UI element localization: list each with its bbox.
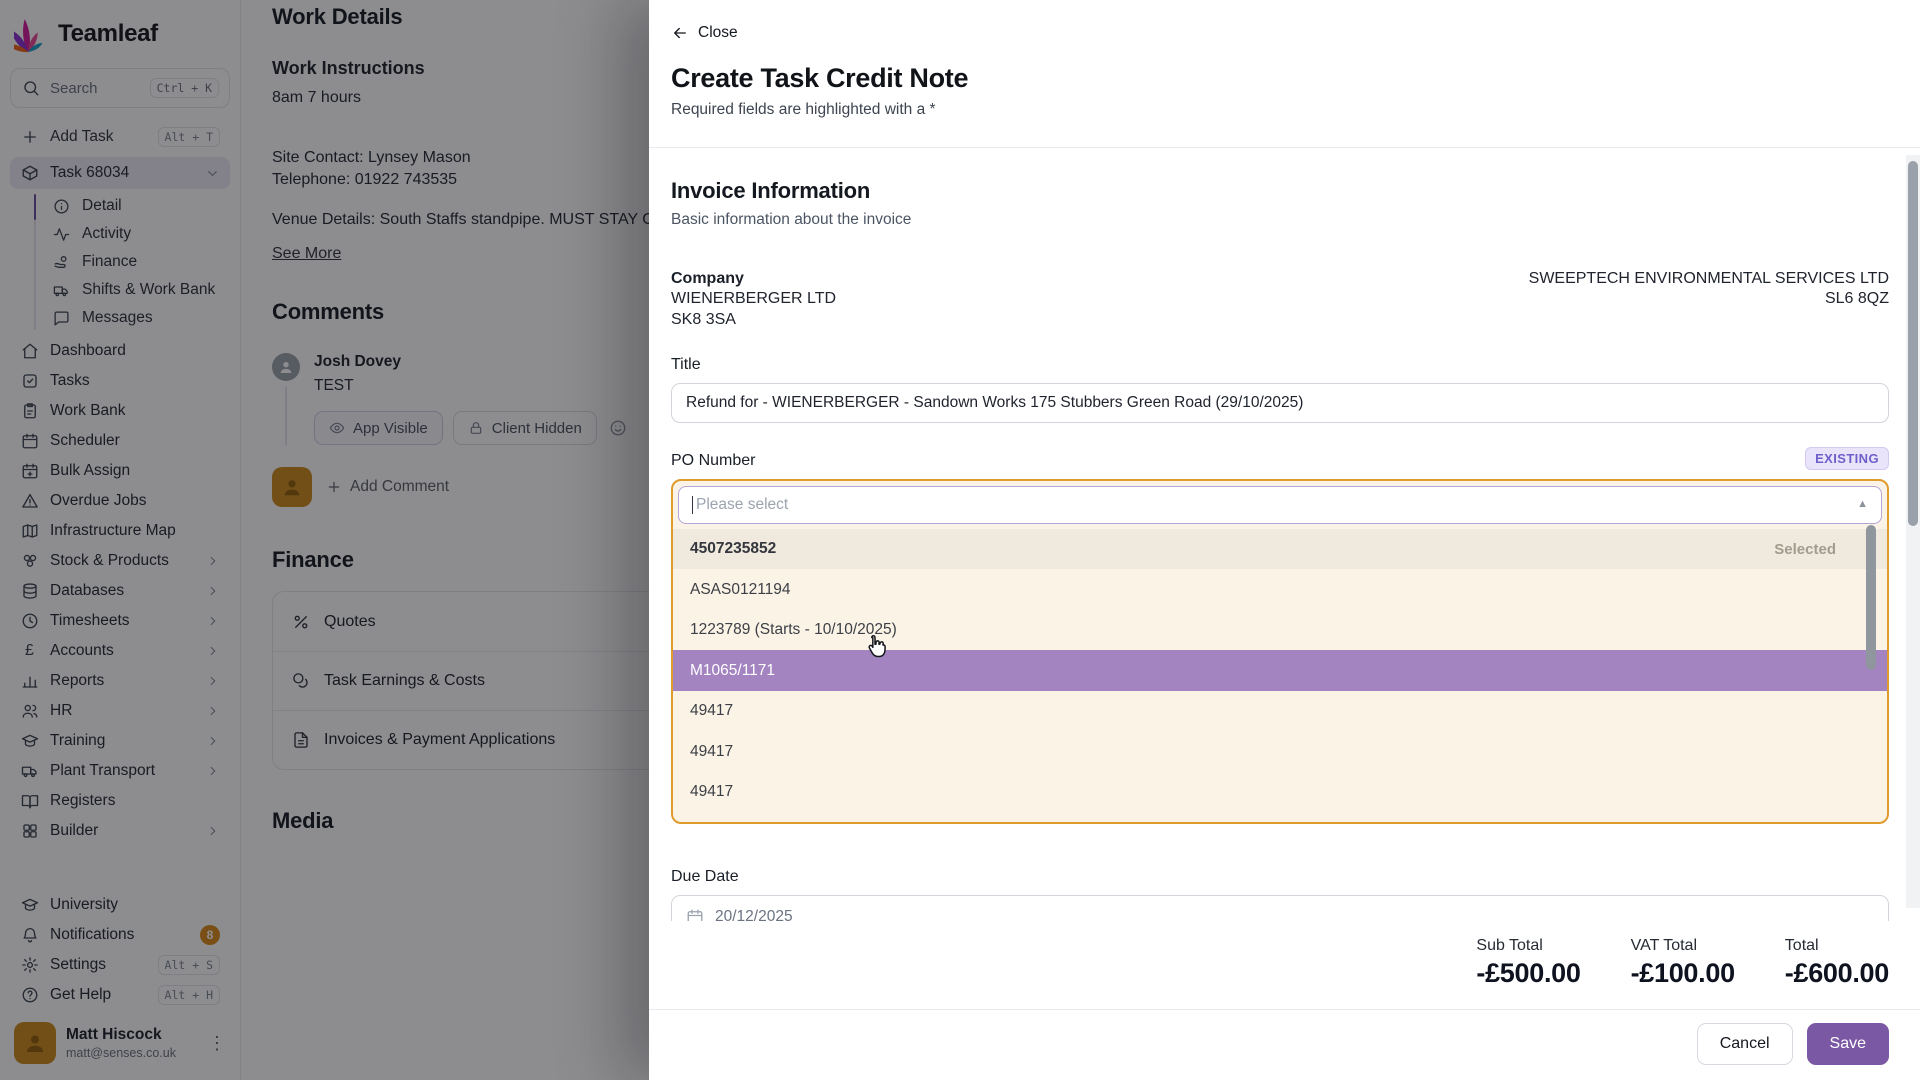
save-button[interactable]: Save (1807, 1023, 1889, 1065)
arrow-left-icon (671, 24, 689, 42)
scrollbar-track[interactable] (1906, 155, 1920, 908)
supplier-postcode: SL6 8QZ (1529, 289, 1889, 309)
sub-total-value: -£500.00 (1476, 958, 1580, 989)
create-task-credit-note-modal: Close Create Task Credit Note Required f… (649, 0, 1920, 1080)
po-option-label: M1065/1171 (690, 662, 775, 680)
po-option[interactable]: 49417 (673, 772, 1887, 813)
total-value: -£600.00 (1785, 958, 1889, 989)
po-option-label: ASAS0121194 (690, 581, 791, 599)
vat-total: VAT Total -£100.00 (1631, 937, 1735, 989)
po-option[interactable]: 1223789 (Starts - 10/10/2025) (673, 610, 1887, 651)
vat-total-label: VAT Total (1631, 937, 1735, 955)
dropdown-scrollbar-thumb[interactable] (1866, 525, 1876, 670)
section-title: Invoice Information (671, 178, 1889, 204)
supplier-name: SWEEPTECH ENVIRONMENTAL SERVICES LTD (1529, 269, 1889, 289)
modal-backdrop[interactable] (0, 0, 649, 1080)
company-label: Company (671, 269, 836, 289)
section-subtitle: Basic information about the invoice (671, 211, 1889, 229)
po-options-list: 4507235852 Selected ASAS0121194 1223789 … (673, 529, 1887, 824)
supplier-block: SWEEPTECH ENVIRONMENTAL SERVICES LTD SL6… (1529, 269, 1889, 330)
po-option[interactable]: 49417 (673, 691, 1887, 732)
totals-row: Sub Total -£500.00 VAT Total -£100.00 To… (649, 921, 1920, 1009)
po-select-placeholder: Please select (696, 496, 788, 514)
po-option-label: 1223789 (Starts - 10/10/2025) (690, 621, 897, 639)
modal-subtitle: Required fields are highlighted with a * (671, 101, 1889, 119)
close-label: Close (698, 24, 738, 42)
existing-badge: EXISTING (1805, 447, 1889, 470)
title-input-value: Refund for - WIENERBERGER - Sandown Work… (686, 394, 1303, 412)
po-select-search-input[interactable]: Please select ▲ (678, 486, 1882, 524)
po-option-label: 49417 (690, 743, 733, 761)
vat-total-value: -£100.00 (1631, 958, 1735, 989)
sub-total: Sub Total -£500.00 (1476, 937, 1580, 989)
total-label: Total (1785, 937, 1889, 955)
po-option-hovered[interactable]: M1065/1171 (673, 650, 1887, 691)
sub-total-label: Sub Total (1476, 937, 1580, 955)
text-caret (692, 496, 693, 514)
po-option-label: 49417 (690, 702, 733, 720)
scrollbar-thumb[interactable] (1908, 161, 1918, 526)
po-option-label: 4507235852 (690, 540, 776, 558)
close-button[interactable]: Close (671, 24, 738, 42)
invoice-form: Invoice Information Basic information ab… (649, 148, 1920, 939)
title-input[interactable]: Refund for - WIENERBERGER - Sandown Work… (671, 383, 1889, 423)
company-name: WIENERBERGER LTD (671, 289, 836, 309)
po-option[interactable]: 60458 (673, 812, 1887, 824)
po-option-label: 49417 (690, 783, 733, 801)
selected-tag: Selected (1774, 541, 1836, 558)
total: Total -£600.00 (1785, 937, 1889, 989)
modal-title: Create Task Credit Note (671, 63, 1889, 94)
caret-up-icon[interactable]: ▲ (1857, 499, 1868, 510)
po-option[interactable]: 4507235852 Selected (673, 529, 1887, 570)
title-field-label: Title (671, 356, 1889, 374)
po-option[interactable]: 49417 (673, 731, 1887, 772)
cancel-button[interactable]: Cancel (1697, 1023, 1793, 1065)
po-number-label: PO Number (671, 452, 755, 470)
due-date-label: Due Date (671, 868, 1889, 886)
modal-footer: Sub Total -£500.00 VAT Total -£100.00 To… (649, 921, 1920, 1080)
company-block: Company WIENERBERGER LTD SK8 3SA (671, 269, 836, 330)
company-postcode: SK8 3SA (671, 310, 836, 330)
po-option[interactable]: ASAS0121194 (673, 569, 1887, 610)
po-number-select: Please select ▲ 4507235852 Selected ASAS… (671, 479, 1889, 824)
